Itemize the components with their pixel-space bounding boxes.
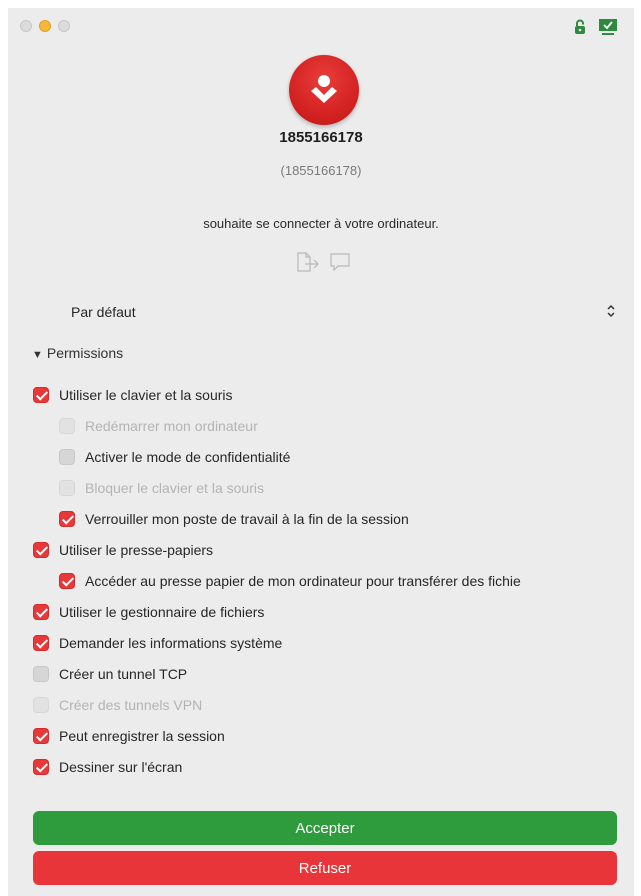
permission-checkbox[interactable] <box>33 635 49 651</box>
permission-checkbox <box>33 697 49 713</box>
permission-row: Créer des tunnels VPN <box>33 696 202 714</box>
chevron-updown-icon <box>606 304 616 321</box>
permission-row[interactable]: Accéder au presse papier de mon ordinate… <box>59 572 521 590</box>
profile-select[interactable]: Par défaut <box>71 304 616 324</box>
chat-icon[interactable] <box>329 251 351 278</box>
permission-row[interactable]: Dessiner sur l'écran <box>33 758 182 776</box>
caller-name: 1855166178 <box>279 129 363 146</box>
caller-avatar <box>289 55 359 125</box>
permission-checkbox[interactable] <box>33 666 49 682</box>
lock-icon <box>574 19 586 35</box>
permission-label: Peut enregistrer la session <box>59 728 225 744</box>
permission-row[interactable]: Utiliser le presse-papiers <box>33 541 213 559</box>
connection-request-window: 1855166178 (1855166178) souhaite se conn… <box>8 8 634 896</box>
permission-row: Redémarrer mon ordinateur <box>59 417 258 435</box>
permission-label: Créer un tunnel TCP <box>59 666 188 682</box>
profile-select-value: Par défaut <box>71 304 136 320</box>
permission-label: Bloquer le clavier et la souris <box>85 480 264 496</box>
permission-label: Verrouiller mon poste de travail à la fi… <box>85 511 409 527</box>
permission-checkbox[interactable] <box>33 759 49 775</box>
connection-message: souhaite se connecter à votre ordinateur… <box>203 216 439 231</box>
permission-checkbox <box>59 418 75 434</box>
permission-label: Utiliser le presse-papiers <box>59 542 214 558</box>
file-transfer-icon[interactable] <box>295 251 321 278</box>
disclosure-triangle-icon: ▼ <box>32 349 43 361</box>
user-download-icon <box>311 75 337 103</box>
action-icons <box>295 251 351 278</box>
minimize-window-button[interactable] <box>39 20 51 32</box>
permission-row[interactable]: Verrouiller mon poste de travail à la fi… <box>59 510 409 528</box>
permission-row[interactable]: Utiliser le gestionnaire de fichiers <box>33 603 264 621</box>
permission-label: Créer des tunnels VPN <box>59 697 203 713</box>
permissions-header: Permissions <box>46 345 124 361</box>
permission-row[interactable]: Peut enregistrer la session <box>33 727 225 745</box>
permission-checkbox <box>59 480 75 496</box>
maximize-window-button[interactable] <box>58 20 70 32</box>
permission-checkbox[interactable] <box>33 542 49 558</box>
permission-label: Redémarrer mon ordinateur <box>85 418 258 434</box>
permissions-toggle[interactable]: ▼ Permissions <box>32 345 123 361</box>
permission-label: Dessiner sur l'écran <box>59 759 183 775</box>
permission-row[interactable]: Créer un tunnel TCP <box>33 665 187 683</box>
permission-checkbox[interactable] <box>59 449 75 465</box>
permission-checkbox[interactable] <box>33 387 49 403</box>
permission-row[interactable]: Utiliser le clavier et la souris <box>33 386 233 404</box>
status-icons <box>574 18 618 36</box>
permission-checkbox[interactable] <box>59 573 75 589</box>
screen-icon <box>598 18 618 36</box>
accept-button[interactable]: Accepter <box>33 811 617 845</box>
permission-row: Bloquer le clavier et la souris <box>59 479 264 497</box>
permission-checkbox[interactable] <box>33 604 49 620</box>
permission-row[interactable]: Demander les informations système <box>33 634 282 652</box>
permission-label: Accéder au presse papier de mon ordinate… <box>85 573 521 589</box>
permission-label: Demander les informations système <box>59 635 283 651</box>
refuse-button[interactable]: Refuser <box>33 851 617 885</box>
caller-id: (1855166178) <box>280 163 362 178</box>
permission-label: Activer le mode de confidentialité <box>85 449 291 465</box>
permission-row[interactable]: Activer le mode de confidentialité <box>59 448 290 466</box>
permission-label: Utiliser le gestionnaire de fichiers <box>59 604 265 620</box>
permission-label: Utiliser le clavier et la souris <box>59 387 233 403</box>
permission-checkbox[interactable] <box>33 728 49 744</box>
close-window-button[interactable] <box>20 20 32 32</box>
permission-checkbox[interactable] <box>59 511 75 527</box>
